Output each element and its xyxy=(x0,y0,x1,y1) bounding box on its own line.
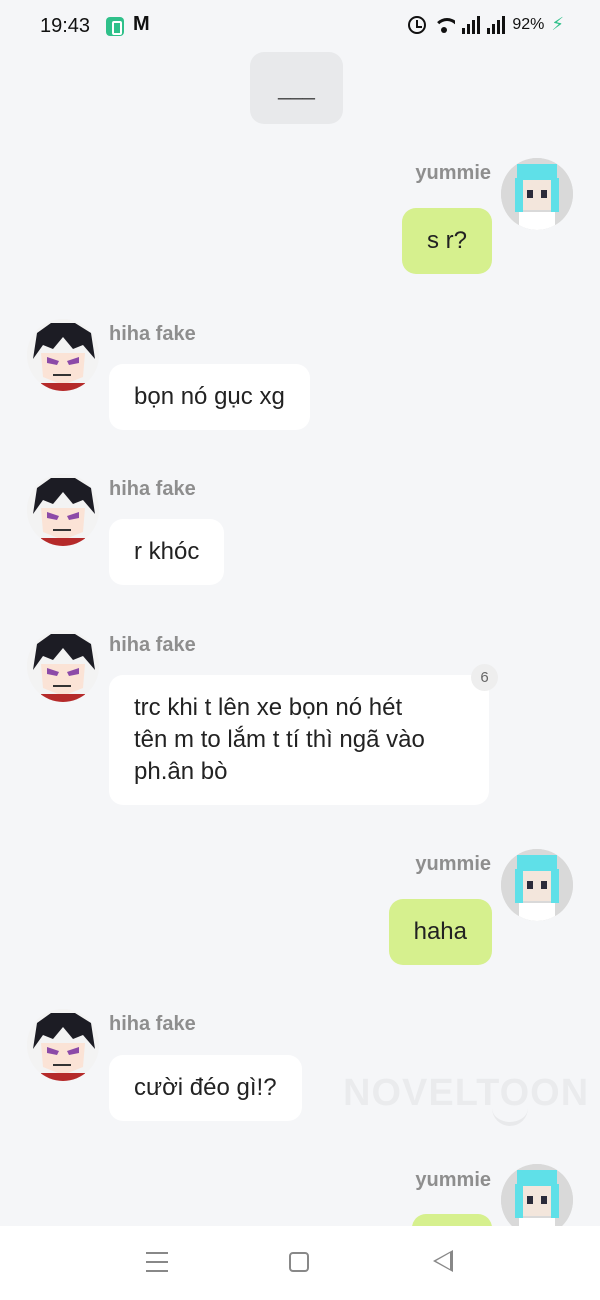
alarm-icon xyxy=(408,15,427,34)
dark-hair-avatar[interactable] xyxy=(27,474,99,546)
message-text: cười đéo gì!? xyxy=(134,1074,277,1101)
sender-name: hiha fake xyxy=(109,1013,196,1035)
gmail-icon: M xyxy=(133,13,150,35)
sender-name: yummie xyxy=(415,162,491,184)
status-time: 19:43 xyxy=(40,15,91,37)
signal-icon xyxy=(462,15,481,34)
navigation-bar xyxy=(0,1226,600,1300)
signal-icon xyxy=(487,15,506,34)
menu-icon[interactable] xyxy=(146,1252,168,1272)
dark-hair-avatar[interactable] xyxy=(27,1009,99,1081)
typing-indicator-text: ___ xyxy=(278,75,315,100)
watermark-smile-icon xyxy=(492,1108,528,1126)
message-text: haha xyxy=(413,918,467,945)
cyan-hair-avatar[interactable] xyxy=(501,158,573,230)
message-bubble[interactable]: cười đéo gì!? xyxy=(109,1055,302,1121)
message-text: bọn nó gục xg xyxy=(134,383,285,410)
status-bar: 19:43 M 92% ⚡ xyxy=(0,0,600,52)
sender-name: yummie xyxy=(415,853,491,875)
charging-icon: ⚡ xyxy=(551,14,564,34)
sender-name: yummie xyxy=(415,1169,491,1191)
message-bubble[interactable]: trc khi t lên xe bọn nó hét tên m to lắm… xyxy=(109,675,489,805)
battery-saver-icon xyxy=(106,17,124,36)
back-icon[interactable] xyxy=(433,1250,453,1272)
message-text-line: ph.ân bò xyxy=(134,758,228,785)
wifi-icon xyxy=(433,16,456,34)
watermark: NOVELTOON xyxy=(343,1072,589,1115)
dark-hair-avatar[interactable] xyxy=(27,319,99,391)
message-text-line: tên m to lắm t tí thì ngã vào xyxy=(134,726,425,753)
comment-count-badge[interactable]: 6 xyxy=(471,664,498,691)
dark-hair-avatar[interactable] xyxy=(27,630,99,702)
battery-percent: 92% xyxy=(512,15,545,33)
message-bubble[interactable]: haha xyxy=(388,899,492,965)
home-icon[interactable] xyxy=(289,1252,309,1272)
message-text: r khóc xyxy=(134,538,200,565)
message-text-line: trc khi t lên xe bọn nó hét xyxy=(134,694,403,721)
message-bubble[interactable]: s r? xyxy=(401,208,492,274)
message-bubble[interactable]: bọn nó gục xg xyxy=(109,364,310,430)
message-bubble[interactable]: r khóc xyxy=(109,519,225,585)
status-indicators: 92% ⚡ xyxy=(408,14,564,35)
message-text: s r? xyxy=(426,227,467,254)
sender-name: hiha fake xyxy=(109,323,196,345)
sender-name: hiha fake xyxy=(109,478,196,500)
typing-indicator[interactable]: ___ xyxy=(250,52,343,124)
cyan-hair-avatar[interactable] xyxy=(501,849,573,921)
sender-name: hiha fake xyxy=(109,634,196,656)
